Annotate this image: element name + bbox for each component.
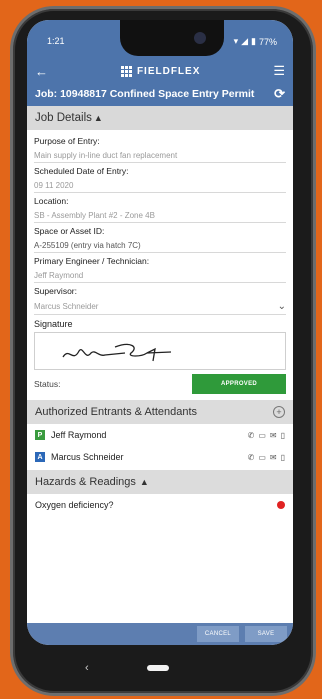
entrant-row[interactable]: A Marcus Schneider ✆ ▭ ✉ ▯ [27, 446, 293, 468]
status-label: Status: [34, 379, 61, 389]
phone-icon[interactable]: ✆ [248, 431, 255, 440]
hazards-title: Hazards & Readings [35, 476, 136, 488]
signature-pad[interactable] [34, 332, 286, 370]
entrant-row[interactable]: P Jeff Raymond ✆ ▭ ✉ ▯ [27, 424, 293, 446]
role-badge: P [35, 430, 45, 440]
menu-icon[interactable]: ☰ [273, 63, 285, 79]
entrants-title: Authorized Entrants & Attendants [35, 406, 198, 418]
app-bar: ← FIELDFLEX ☰ [27, 60, 293, 82]
phone-icon[interactable]: ✆ [248, 453, 255, 462]
delete-icon[interactable]: ▯ [281, 453, 285, 462]
status-icons: ▾ ◢ ▮ 77% [234, 36, 277, 47]
chevron-up-icon: ▲ [93, 113, 103, 123]
chevron-down-icon: ⌄ [277, 301, 286, 312]
job-title-bar: Job: 10948817 Confined Space Entry Permi… [27, 82, 293, 106]
signal-icon: ◢ [241, 36, 249, 46]
status-row: Status: APPROVED [34, 370, 286, 400]
message-icon[interactable]: ▭ [258, 431, 266, 440]
entrant-actions: ✆ ▭ ✉ ▯ [248, 453, 285, 462]
field-value: Jeff Raymond [34, 271, 84, 280]
chevron-up-icon: ▲ [139, 477, 149, 487]
message-icon[interactable]: ▭ [258, 453, 266, 462]
job-title: Job: 10948817 Confined Space Entry Permi… [35, 88, 255, 100]
android-nav-bar: ‹ [27, 650, 293, 686]
email-icon[interactable]: ✉ [270, 431, 277, 440]
field-label: Scheduled Date of Entry: [34, 166, 129, 176]
job-details-header[interactable]: Job Details ▲ [27, 106, 293, 130]
nav-home-icon[interactable] [146, 665, 169, 671]
job-details-title: Job Details [35, 112, 92, 124]
signature-stroke [62, 343, 172, 362]
supervisor-select[interactable]: Marcus Schneider ⌄ [34, 301, 286, 312]
status-time: 1:21 [47, 36, 65, 46]
role-badge: A [35, 452, 45, 462]
date-field[interactable]: Scheduled Date of Entry: 09 11 2020 [34, 163, 286, 193]
app-name: FIELDFLEX [136, 65, 201, 77]
battery-level: 77% [258, 36, 277, 47]
field-label: Supervisor: [34, 286, 77, 296]
action-footer: CANCEL SAVE [27, 623, 293, 645]
entrant-name: Marcus Schneider [51, 452, 124, 462]
email-icon[interactable]: ✉ [270, 453, 277, 462]
alert-status-icon [277, 501, 285, 509]
field-label: Space or Asset ID: [34, 226, 105, 236]
camera-icon [194, 32, 206, 44]
field-label: Primary Engineer / Technician: [34, 256, 150, 266]
location-field[interactable]: Location: SB - Assembly Plant #2 - Zone … [34, 193, 286, 223]
field-value: Marcus Schneider [34, 302, 99, 311]
engineer-field[interactable]: Primary Engineer / Technician: Jeff Raym… [34, 253, 286, 283]
nav-back-icon[interactable]: ‹ [85, 662, 89, 674]
job-details-form: Purpose of Entry: Main supply in-line du… [27, 130, 293, 400]
save-button[interactable]: SAVE [245, 626, 287, 642]
wifi-icon: ▾ [233, 36, 239, 46]
field-value: Main supply in-line duct fan replacement [34, 151, 178, 160]
field-value: SB - Assembly Plant #2 - Zone 4B [34, 211, 155, 220]
signature-label: Signature [34, 319, 73, 329]
hazard-label: Oxygen deficiency? [35, 500, 114, 510]
back-arrow-icon[interactable]: ← [35, 64, 48, 79]
field-value: A-255109 (entry via hatch 7C) [34, 241, 141, 250]
field-label: Purpose of Entry: [34, 136, 100, 146]
sync-icon[interactable]: ⟳ [274, 86, 285, 102]
hazards-header[interactable]: Hazards & Readings ▲ [27, 470, 293, 494]
supervisor-field[interactable]: Supervisor: Marcus Schneider ⌄ [34, 283, 286, 315]
camera-notch [120, 20, 224, 56]
app-logo: FIELDFLEX [120, 65, 201, 77]
battery-icon: ▮ [251, 36, 256, 46]
field-label: Location: [34, 196, 69, 206]
add-entrant-icon[interactable]: + [273, 406, 285, 418]
entrant-name: Jeff Raymond [51, 430, 107, 440]
field-value: 09 11 2020 [34, 181, 74, 190]
hazard-row[interactable]: Oxygen deficiency? [27, 494, 293, 516]
app-screen: 1:21 ▾ ◢ ▮ 77% ← FIELDFLEX ☰ Job: 109488… [27, 20, 293, 645]
asset-id-field[interactable]: Space or Asset ID: A-255109 (entry via h… [34, 223, 286, 253]
purpose-field[interactable]: Purpose of Entry: Main supply in-line du… [34, 133, 286, 163]
approved-status-badge[interactable]: APPROVED [192, 374, 286, 394]
cancel-button[interactable]: CANCEL [197, 626, 239, 642]
entrant-actions: ✆ ▭ ✉ ▯ [248, 431, 285, 440]
delete-icon[interactable]: ▯ [281, 431, 285, 440]
entrants-header[interactable]: Authorized Entrants & Attendants + [27, 400, 293, 424]
fieldflex-logo-icon [120, 65, 132, 77]
